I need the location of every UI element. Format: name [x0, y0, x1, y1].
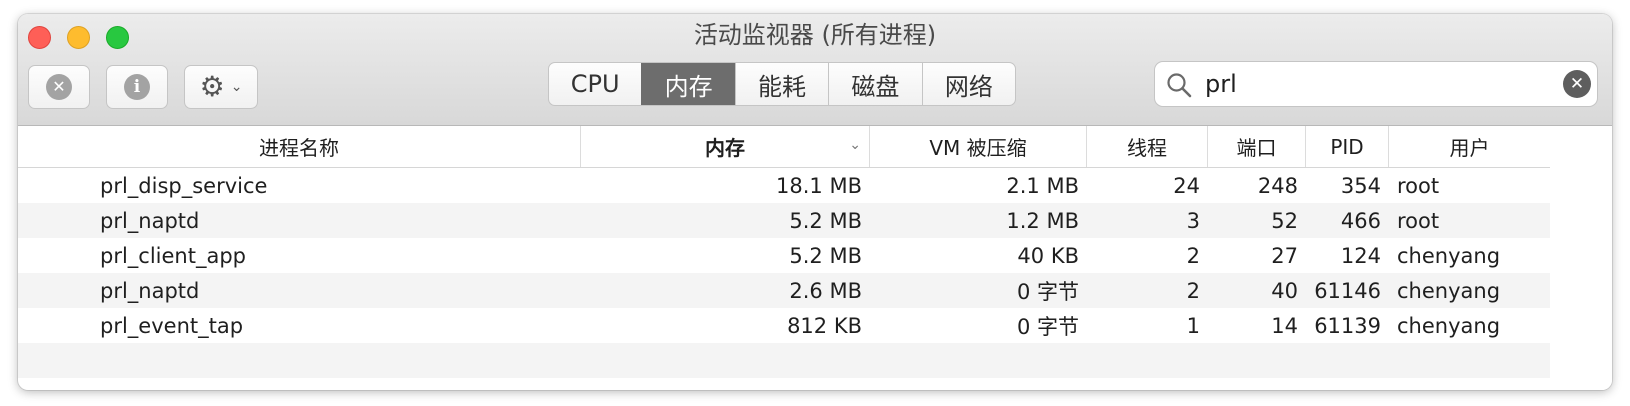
cell-threads: 1 [1186, 313, 1200, 338]
column-header-user[interactable]: 用户 [1389, 126, 1550, 167]
search-icon [1167, 73, 1192, 98]
cell-ports: 27 [1271, 243, 1298, 268]
table-row[interactable]: prl_disp_service 18.1 MB 2.1 MB 24 248 3… [18, 168, 1550, 203]
column-header-memory[interactable]: 内存 ⌄ [581, 126, 870, 167]
cell-user: root [1397, 208, 1440, 233]
process-table: prl_disp_service 18.1 MB 2.1 MB 24 248 3… [18, 168, 1550, 378]
window-title: 活动监视器 (所有进程) [693, 21, 937, 49]
cell-process-name: prl_disp_service [100, 173, 268, 198]
cell-vm-compressed: 40 KB [1017, 243, 1079, 268]
column-header-process-name[interactable]: 进程名称 [18, 126, 581, 167]
scroll-gutter [1550, 126, 1612, 390]
cell-ports: 14 [1271, 313, 1298, 338]
cell-user: chenyang [1397, 243, 1501, 268]
inspect-process-button[interactable]: i [106, 65, 168, 109]
gear-icon: ⚙ [199, 70, 225, 103]
cell-vm-compressed: 1.2 MB [1006, 208, 1079, 233]
cell-vm-compressed: 2.1 MB [1006, 173, 1079, 198]
tab-disk[interactable]: 磁盘 [828, 63, 921, 105]
cell-memory: 812 KB [787, 313, 862, 338]
view-tabs: CPU 内存 能耗 磁盘 网络 [548, 62, 1016, 106]
cell-process-name: prl_event_tap [100, 313, 244, 338]
table-row[interactable]: prl_event_tap 812 KB 0 字节 1 14 61139 che… [18, 308, 1550, 343]
cell-pid: 61146 [1314, 278, 1381, 303]
tab-memory[interactable]: 内存 [641, 63, 735, 105]
cell-user: chenyang [1397, 313, 1501, 338]
clear-search-icon[interactable]: ✕ [1563, 70, 1591, 98]
cell-pid: 124 [1340, 243, 1381, 268]
activity-monitor-window: 活动监视器 (所有进程) ✕ i ⚙ ⌄ CPU 内存 能耗 磁盘 网络 ✕ [18, 14, 1612, 390]
action-menu-button[interactable]: ⚙ ⌄ [184, 65, 258, 109]
table-row-empty [18, 343, 1550, 378]
cell-process-name: prl_naptd [100, 208, 200, 233]
table-row[interactable]: prl_naptd 2.6 MB 0 字节 2 40 61146 chenyan… [18, 273, 1550, 308]
cell-ports: 40 [1271, 278, 1298, 303]
cell-pid: 61139 [1314, 313, 1381, 338]
info-circle-icon: i [124, 74, 150, 100]
cell-vm-compressed: 0 字节 [1016, 314, 1079, 339]
x-circle-icon: ✕ [46, 74, 72, 100]
table-header: 进程名称 内存 ⌄ VM 被压缩 线程 端口 PID 用户 [18, 126, 1550, 168]
titlebar: 活动监视器 (所有进程) ✕ i ⚙ ⌄ CPU 内存 能耗 磁盘 网络 ✕ [18, 14, 1612, 126]
tab-network[interactable]: 网络 [921, 63, 1015, 105]
table-row[interactable]: prl_client_app 5.2 MB 40 KB 2 27 124 che… [18, 238, 1550, 273]
column-header-pid[interactable]: PID [1306, 126, 1389, 167]
column-header-threads[interactable]: 线程 [1087, 126, 1208, 167]
cell-ports: 52 [1271, 208, 1298, 233]
cell-vm-compressed: 0 字节 [1016, 279, 1079, 304]
cell-process-name: prl_client_app [100, 243, 247, 268]
cell-process-name: prl_naptd [100, 278, 200, 303]
stop-process-button[interactable]: ✕ [28, 65, 90, 109]
cell-threads: 3 [1186, 208, 1200, 233]
chevron-down-icon: ⌄ [230, 79, 243, 95]
table-row[interactable]: prl_naptd 5.2 MB 1.2 MB 3 52 466 root [18, 203, 1550, 238]
tab-cpu[interactable]: CPU [549, 63, 641, 105]
cell-user: root [1397, 173, 1440, 198]
cell-memory: 18.1 MB [776, 173, 862, 198]
cell-memory: 5.2 MB [789, 208, 862, 233]
cell-user: chenyang [1397, 278, 1501, 303]
search-field: ✕ [1154, 61, 1598, 107]
cell-threads: 2 [1186, 278, 1200, 303]
cell-pid: 354 [1340, 173, 1381, 198]
cell-threads: 2 [1186, 243, 1200, 268]
sort-descending-icon: ⌄ [849, 137, 861, 153]
tab-energy[interactable]: 能耗 [734, 63, 828, 105]
cell-memory: 5.2 MB [789, 243, 862, 268]
cell-pid: 466 [1340, 208, 1381, 233]
cell-ports: 248 [1257, 173, 1298, 198]
cell-memory: 2.6 MB [789, 278, 862, 303]
column-header-memory-label: 内存 [705, 136, 745, 160]
column-header-vm-compressed[interactable]: VM 被压缩 [870, 126, 1087, 167]
search-input[interactable] [1205, 68, 1535, 100]
column-header-ports[interactable]: 端口 [1208, 126, 1306, 167]
cell-threads: 24 [1173, 173, 1200, 198]
